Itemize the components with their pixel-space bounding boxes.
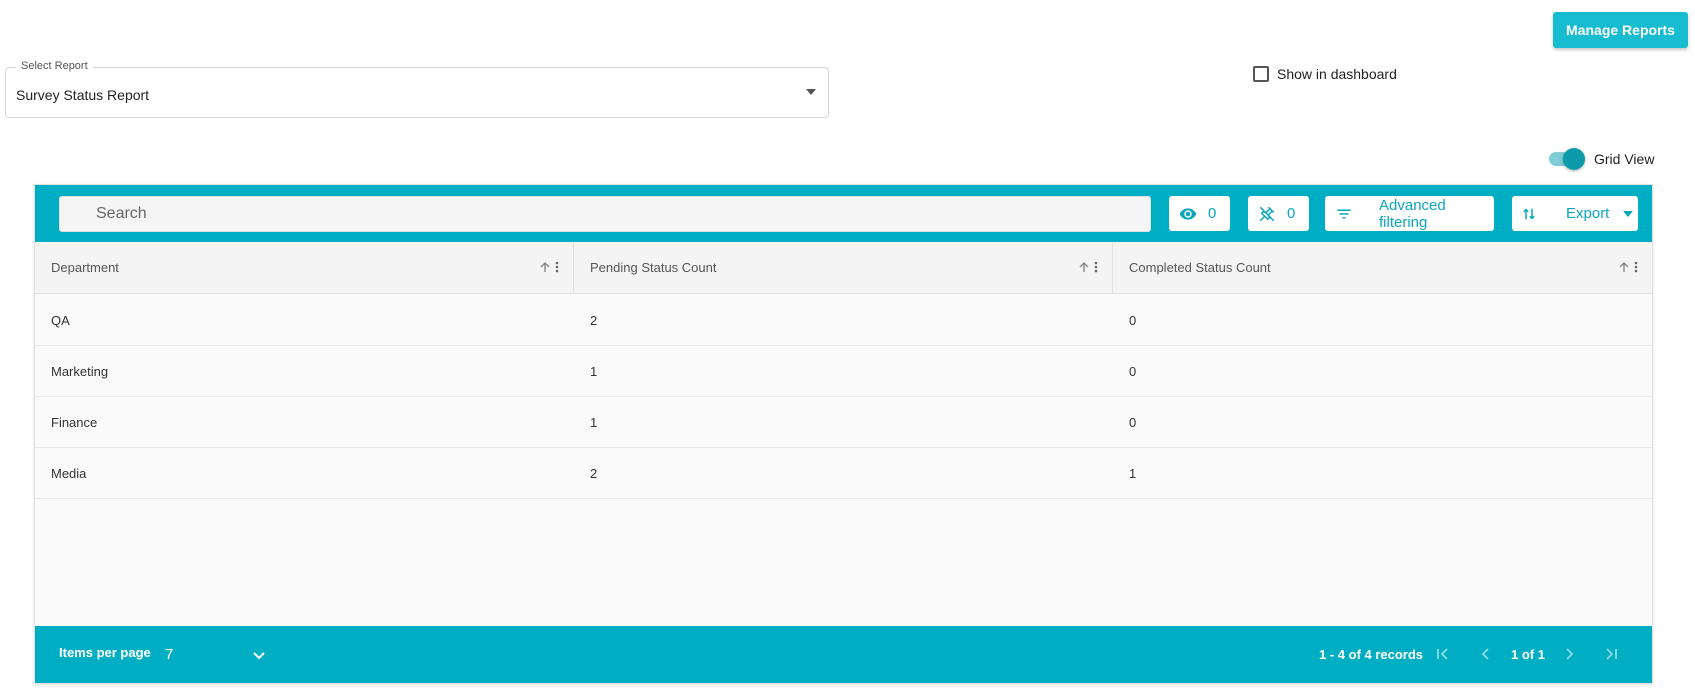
cell-pending-count: 1 [590,414,598,430]
search-input[interactable] [59,196,1151,232]
report-select-label: Select Report [16,60,93,72]
last-page-icon[interactable] [1601,644,1621,664]
table-row[interactable]: Marketing 1 0 [35,346,1652,397]
chevron-down-icon [253,647,265,665]
table-row[interactable]: Finance 1 0 [35,397,1652,448]
more-vert-icon[interactable] [1094,261,1098,276]
show-in-dashboard-checkbox[interactable]: Show in dashboard [1253,66,1397,82]
column-header-completed-status-count[interactable]: Completed Status Count [1113,242,1652,293]
advanced-filtering-label: Advanced filtering [1379,196,1446,231]
checkbox-box[interactable] [1253,66,1269,82]
report-select-value: Survey Status Report [16,87,150,103]
pinned-columns-count: 0 [1287,205,1296,222]
column-header-pending-status-count[interactable]: Pending Status Count [574,242,1113,293]
items-per-page-select[interactable]: 7 [165,643,265,667]
arrow-up-icon[interactable] [1618,261,1630,276]
table-header: Department Pending Status Count Complete… [35,242,1652,294]
data-grid: 0 0 Advanced filtering Export Depa [34,184,1653,684]
column-visibility-button[interactable]: 0 [1169,196,1230,231]
unpin-icon [1258,205,1276,223]
dropdown-caret-icon [806,89,816,95]
table-body: QA 2 0 Marketing 1 0 Finance 1 0 Media 2… [35,295,1652,499]
show-in-dashboard-label: Show in dashboard [1277,66,1397,82]
more-vert-icon[interactable] [555,261,559,276]
first-page-icon[interactable] [1433,644,1453,664]
export-label: Export [1566,205,1610,222]
column-header-label: Completed Status Count [1129,260,1271,275]
cell-completed-count: 0 [1129,312,1137,328]
column-header-label: Pending Status Count [590,260,717,275]
grid-toolbar: 0 0 Advanced filtering Export [35,185,1652,242]
arrow-up-icon[interactable] [539,261,551,276]
cell-department: QA [51,312,70,328]
arrow-up-icon[interactable] [1078,261,1090,276]
next-page-icon[interactable] [1559,644,1579,664]
cell-pending-count: 2 [590,465,598,481]
cell-pending-count: 2 [590,312,598,328]
eye-icon [1179,205,1197,223]
sort-arrows-icon [1520,205,1538,223]
cell-completed-count: 0 [1129,363,1137,379]
table-row[interactable]: QA 2 0 [35,295,1652,346]
export-button[interactable]: Export [1512,196,1638,231]
toggle-thumb[interactable] [1563,148,1585,170]
manage-reports-button[interactable]: Manage Reports [1553,12,1688,48]
cell-department: Media [51,465,87,481]
cell-department: Marketing [51,363,109,379]
column-header-department[interactable]: Department [35,242,574,293]
report-select[interactable]: Select Report Survey Status Report [5,60,829,118]
filter-icon [1335,205,1353,223]
items-per-page-label: Items per page [59,645,151,660]
cell-department: Finance [51,414,98,430]
table-row[interactable]: Media 2 1 [35,448,1652,499]
previous-page-icon[interactable] [1476,644,1496,664]
cell-completed-count: 1 [1129,465,1137,481]
toggle-track[interactable] [1549,148,1585,170]
pinned-columns-button[interactable]: 0 [1248,196,1309,231]
grid-view-label: Grid View [1594,151,1655,167]
chevron-down-icon [1623,210,1634,217]
column-header-label: Department [51,260,119,275]
cell-pending-count: 1 [590,363,598,379]
cell-completed-count: 0 [1129,414,1137,430]
items-per-page-value: 7 [165,646,174,663]
more-vert-icon[interactable] [1634,261,1638,276]
visible-columns-count: 0 [1208,205,1217,222]
records-summary: 1 - 4 of 4 records [1319,647,1424,662]
advanced-filtering-button[interactable]: Advanced filtering [1325,196,1494,231]
grid-footer: Items per page 7 1 - 4 of 4 records 1 of… [35,626,1652,683]
grid-view-toggle[interactable]: Grid View [1549,148,1655,170]
page-indicator: 1 of 1 [1511,647,1545,662]
